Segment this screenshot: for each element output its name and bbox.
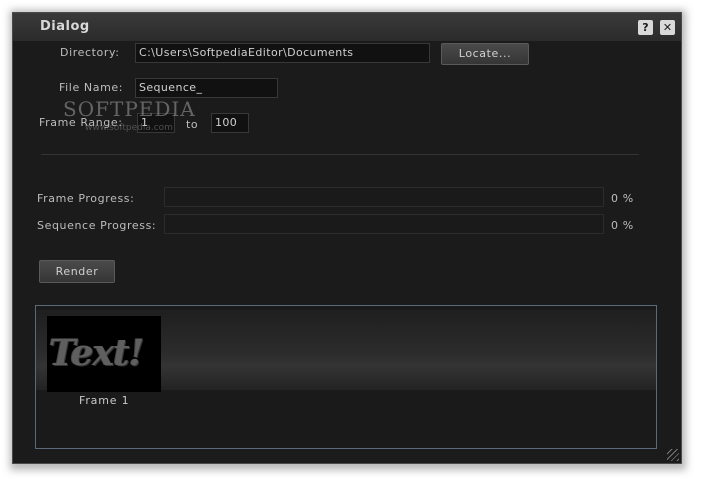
watermark-url: www.softpedia.com xyxy=(85,123,173,133)
sequence-progress-label: Sequence Progress: xyxy=(37,219,157,232)
locate-button[interactable]: Locate... xyxy=(441,43,529,65)
sequence-progress-bar xyxy=(164,214,604,234)
title-bar[interactable]: Dialog ? ✕ xyxy=(13,13,681,41)
frame-progress-label: Frame Progress: xyxy=(37,192,135,205)
render-button[interactable]: Render xyxy=(39,260,115,283)
dialog-window: Dialog ? ✕ Directory: C:\Users\Softpedia… xyxy=(12,12,682,464)
frame-progress-bar xyxy=(164,187,604,207)
help-button[interactable]: ? xyxy=(638,20,653,35)
thumbnail-text: Text! xyxy=(49,332,144,374)
frame-label: Frame 1 xyxy=(79,394,130,407)
resize-grip-icon[interactable] xyxy=(667,449,679,461)
close-button[interactable]: ✕ xyxy=(660,20,675,35)
directory-input[interactable]: C:\Users\SoftpediaEditor\Documents xyxy=(135,43,430,63)
range-end-input[interactable]: 100 xyxy=(211,113,249,133)
filename-input[interactable]: Sequence_ xyxy=(135,78,278,98)
preview-panel: Text! Frame 1 xyxy=(35,305,657,449)
sequence-progress-percent: 0 % xyxy=(611,219,634,232)
watermark-logo: SOFTPEDIA xyxy=(63,97,196,121)
window-title: Dialog xyxy=(40,19,90,34)
filename-label: File Name: xyxy=(59,81,124,94)
directory-label: Directory: xyxy=(60,46,120,59)
divider xyxy=(41,154,639,155)
frame-thumbnail[interactable]: Text! xyxy=(47,316,161,392)
frame-strip: Text! xyxy=(36,310,656,392)
frame-progress-percent: 0 % xyxy=(611,192,634,205)
